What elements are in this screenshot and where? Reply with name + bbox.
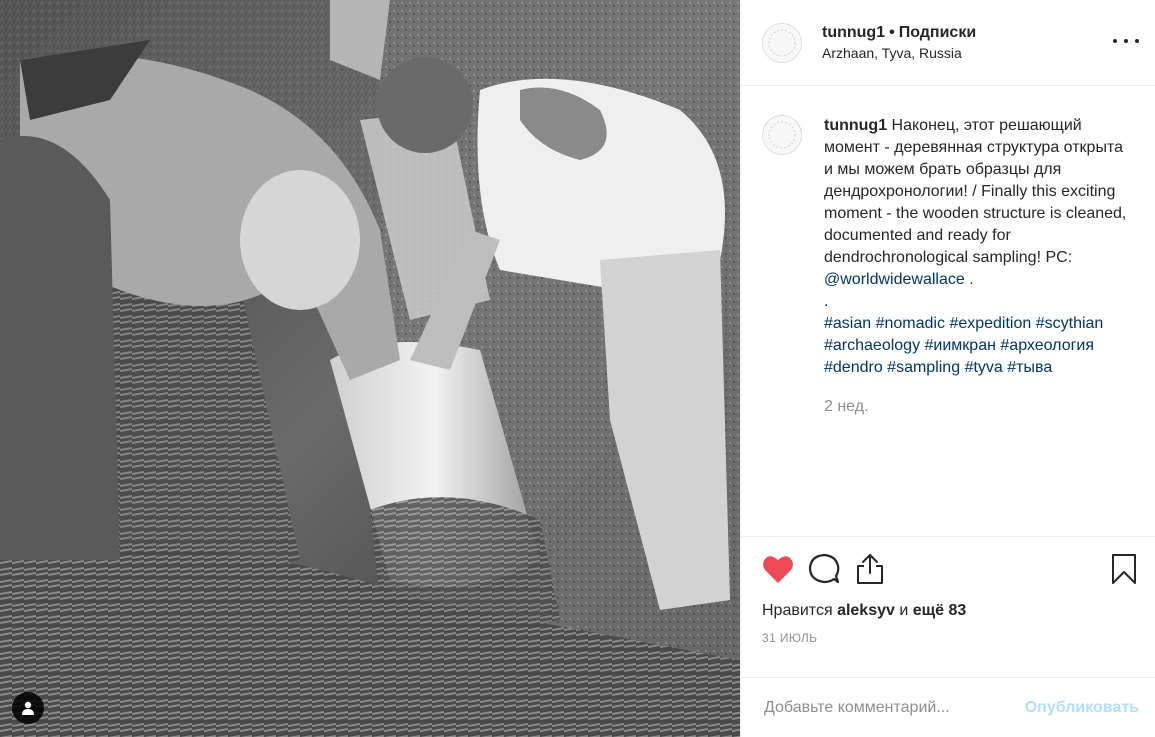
comment-form: Опубликовать <box>741 677 1155 737</box>
more-dot-icon <box>1113 39 1117 43</box>
hashtag-link[interactable]: #sampling <box>887 359 960 376</box>
post-actions: Нравится aleksyv и ещё 83 31 ИЮЛЬ <box>741 536 1155 677</box>
avatar-image <box>764 117 800 153</box>
hashtag-link[interactable]: #expedition <box>949 315 1031 332</box>
mention-link[interactable]: @worldwidewallace <box>824 271 965 288</box>
more-options-button[interactable] <box>1113 30 1139 52</box>
caption-avatar[interactable] <box>762 115 802 155</box>
comment-input[interactable] <box>762 697 1025 718</box>
username-link[interactable]: tunnug1 <box>822 24 885 41</box>
hashtag-list: #asian #nomadic #expedition #scythian #a… <box>824 313 1134 379</box>
hashtag-link[interactable]: #scythian <box>1036 315 1104 332</box>
avatar[interactable] <box>762 22 802 63</box>
caption-dot-line: . <box>824 293 829 310</box>
hashtag-link[interactable]: #asian <box>824 315 871 332</box>
likes-count-button[interactable]: ещё 83 <box>913 602 967 619</box>
post-modal: tunnug1 • Подписки Arzhaan, Tyva, Russia t… <box>0 0 1155 737</box>
comments-area[interactable]: tunnug1 Наконец, этот решающий момент - … <box>741 86 1155 536</box>
separator-dot: • <box>889 24 895 41</box>
heart-filled-icon <box>763 556 793 583</box>
caption-text: Наконец, этот решающий момент - деревянн… <box>824 117 1127 266</box>
publish-button[interactable]: Опубликовать <box>1025 699 1139 717</box>
post-date[interactable]: 31 ИЮЛЬ <box>762 631 1134 645</box>
user-tag-button[interactable] <box>12 692 44 724</box>
comment-button[interactable] <box>808 553 840 585</box>
hashtag-link[interactable]: #archaeology <box>824 337 920 354</box>
more-dot-icon <box>1124 39 1128 43</box>
caption: tunnug1 Наконец, этот решающий момент - … <box>824 115 1134 536</box>
likes-user-link[interactable]: aleksyv <box>837 602 895 619</box>
hashtag-link[interactable]: #dendro <box>824 359 883 376</box>
likes-middle: и <box>899 602 909 619</box>
avatar-image <box>764 24 800 61</box>
more-dot-icon <box>1135 39 1139 43</box>
post-header: tunnug1 • Подписки Arzhaan, Tyva, Russia <box>741 0 1155 86</box>
like-button[interactable] <box>762 553 794 585</box>
hashtag-link[interactable]: #nomadic <box>876 315 945 332</box>
comment-icon <box>808 553 840 584</box>
hashtag-link[interactable]: #tyva <box>965 359 1003 376</box>
hashtag-link[interactable]: #иимкран <box>925 337 996 354</box>
caption-text-end: . <box>964 271 974 288</box>
caption-username[interactable]: tunnug1 <box>824 117 887 134</box>
share-icon <box>857 554 883 584</box>
hashtag-link[interactable]: #тыва <box>1007 359 1052 376</box>
location-link[interactable]: Arzhaan, Tyva, Russia <box>822 44 976 62</box>
likes-prefix: Нравится <box>762 602 833 619</box>
post-sidebar: tunnug1 • Подписки Arzhaan, Tyva, Russia t… <box>740 0 1155 737</box>
hashtag-link[interactable]: #археология <box>1000 337 1094 354</box>
likes-summary[interactable]: Нравится aleksyv и ещё 83 <box>762 601 1134 621</box>
caption-time-ago: 2 нед. <box>824 398 869 415</box>
photo-illustration <box>0 0 740 737</box>
save-button[interactable] <box>1111 553 1139 585</box>
post-photo[interactable] <box>0 0 740 737</box>
share-button[interactable] <box>854 553 886 585</box>
bookmark-icon <box>1112 554 1136 584</box>
follow-button[interactable]: Подписки <box>899 24 976 41</box>
person-icon <box>22 701 34 715</box>
